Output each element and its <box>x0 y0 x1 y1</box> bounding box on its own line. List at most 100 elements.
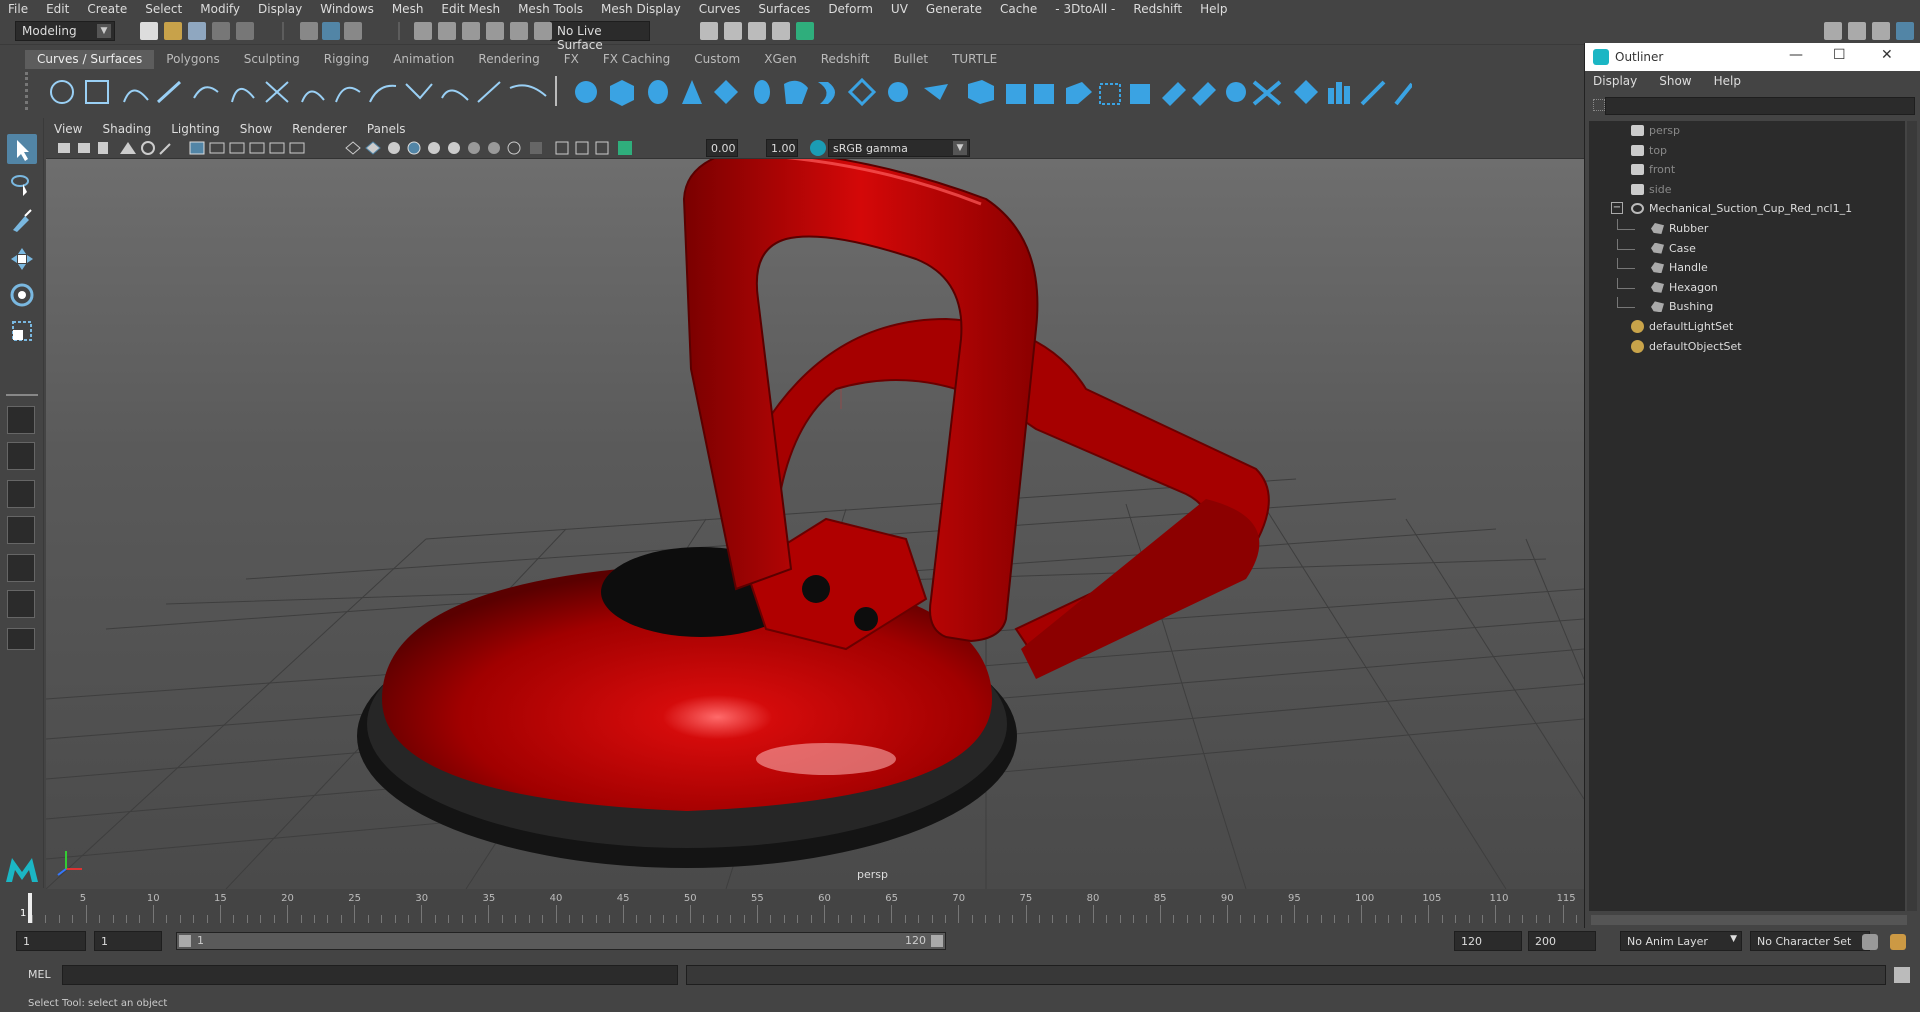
outliner-row[interactable]: defaultLightSet <box>1589 317 1905 337</box>
menu-item[interactable]: Display <box>258 2 302 16</box>
outliner-graph-layout-icon[interactable] <box>7 590 35 618</box>
outliner-row[interactable]: Hexagon <box>1589 277 1905 298</box>
lasso-tool-icon[interactable] <box>7 170 37 200</box>
outliner-scrollbar[interactable] <box>1907 121 1917 911</box>
range-end-handle[interactable] <box>931 935 943 947</box>
menu-item[interactable]: Generate <box>926 2 982 16</box>
command-language-label[interactable]: MEL <box>28 968 51 981</box>
playback-end-field[interactable]: 120 <box>1454 931 1522 951</box>
channel-box-icon[interactable] <box>1872 22 1890 40</box>
character-set-dropdown[interactable]: No Character Set <box>1750 931 1870 951</box>
mode-selector[interactable]: Modeling ▼ <box>15 21 115 41</box>
outliner-menu-item[interactable]: Show <box>1659 74 1691 88</box>
outliner-hscrollbar[interactable] <box>1591 915 1907 925</box>
rotate-tool-icon[interactable] <box>7 280 37 310</box>
outliner-menu-item[interactable]: Help <box>1714 74 1741 88</box>
scale-tool-icon[interactable] <box>7 316 37 346</box>
move-tool-icon[interactable] <box>7 244 37 274</box>
select-tool-icon[interactable] <box>7 134 37 164</box>
menu-item[interactable]: Cache <box>1000 2 1037 16</box>
animation-start-field[interactable]: 1 <box>16 931 86 951</box>
outliner-row[interactable]: − Mechanical_Suction_Cup_Red_ncl1_1 <box>1589 199 1905 219</box>
script-editor-icon[interactable] <box>1894 967 1910 983</box>
outliner-row[interactable]: defaultObjectSet <box>1589 337 1905 357</box>
shelf-tab[interactable]: Rigging <box>312 50 381 69</box>
select-object-icon[interactable] <box>322 22 340 40</box>
snap-surface-icon[interactable] <box>510 22 528 40</box>
save-scene-icon[interactable] <box>188 22 206 40</box>
snap-grid-icon[interactable] <box>414 22 432 40</box>
shelf-tab[interactable]: Rendering <box>466 50 551 69</box>
snap-view-icon[interactable] <box>486 22 504 40</box>
shelf-tab[interactable]: Custom <box>682 50 752 69</box>
outliner-row[interactable]: Bushing <box>1589 297 1905 317</box>
render-settings-icon[interactable] <box>748 22 766 40</box>
new-scene-icon[interactable] <box>140 22 158 40</box>
range-start-handle[interactable] <box>179 935 191 947</box>
outliner-row[interactable]: Handle <box>1589 258 1905 278</box>
viewport-menu-item[interactable]: Shading <box>102 122 151 136</box>
menu-item[interactable]: - 3DtoAll - <box>1055 2 1115 16</box>
outliner-search-input[interactable] <box>1605 97 1915 115</box>
collapse-toggle-icon[interactable]: − <box>1611 202 1623 215</box>
outliner-persp-layout-icon[interactable] <box>7 554 35 582</box>
time-slider[interactable]: 5 10 15 20 25 30 35 40 45 50 55 60 65 70 75 80 85 90 95 100… <box>28 893 1584 923</box>
magnet-icon[interactable] <box>534 22 552 40</box>
viewport-menu-item[interactable]: Panels <box>367 122 406 136</box>
menu-item[interactable]: Redshift <box>1133 2 1182 16</box>
menu-item[interactable]: File <box>8 2 28 16</box>
shelf-tab[interactable]: TURTLE <box>940 50 1009 69</box>
menu-item[interactable]: Windows <box>320 2 374 16</box>
bushing-mesh[interactable] <box>802 575 830 603</box>
hypershade-icon[interactable] <box>772 22 790 40</box>
range-slider[interactable]: 1 120 <box>176 932 946 950</box>
menu-item[interactable]: Create <box>87 2 127 16</box>
playback-start-field[interactable]: 1 <box>94 931 162 951</box>
shelf-tab[interactable]: Animation <box>381 50 466 69</box>
viewport-menu-item[interactable]: Lighting <box>171 122 220 136</box>
auto-key-icon[interactable] <box>1890 934 1906 950</box>
outliner-row[interactable]: side <box>1589 180 1905 200</box>
outliner-row[interactable]: front <box>1589 160 1905 180</box>
shelf-tab[interactable]: FX Caching <box>591 50 682 69</box>
outliner-menu-item[interactable]: Display <box>1593 74 1637 88</box>
gamma-field[interactable]: 1.00 <box>766 139 798 157</box>
paint-select-tool-icon[interactable] <box>7 206 37 236</box>
menu-item[interactable]: Select <box>145 2 182 16</box>
viewport-menu-item[interactable]: Show <box>240 122 272 136</box>
command-input[interactable] <box>62 965 678 985</box>
custom-layout-icon[interactable] <box>7 628 35 650</box>
perspective-viewport[interactable] <box>46 159 1584 889</box>
snap-curve-icon[interactable] <box>438 22 456 40</box>
single-pane-layout-icon[interactable] <box>7 406 35 434</box>
minimize-icon[interactable]: — <box>1789 47 1803 63</box>
filter-icon[interactable] <box>1593 99 1605 111</box>
snap-point-icon[interactable] <box>462 22 480 40</box>
maximize-icon[interactable]: ☐ <box>1833 47 1846 63</box>
menu-item[interactable]: Curves <box>699 2 741 16</box>
shelf-tab[interactable]: Curves / Surfaces <box>25 50 155 69</box>
live-surface-field[interactable]: No Live Surface <box>550 21 650 52</box>
menu-item[interactable]: Mesh Display <box>601 2 681 16</box>
exposure-field[interactable]: 0.00 <box>706 139 738 157</box>
close-icon[interactable]: ✕ <box>1881 47 1893 63</box>
shelf-tab[interactable]: Polygons <box>154 50 231 69</box>
four-pane-layout-icon[interactable] <box>7 442 35 470</box>
ipr-render-icon[interactable] <box>724 22 742 40</box>
shelf-tab[interactable]: Bullet <box>881 50 940 69</box>
shelf-tab[interactable]: Sculpting <box>232 50 312 69</box>
menu-item[interactable]: Edit <box>46 2 69 16</box>
open-scene-icon[interactable] <box>164 22 182 40</box>
shelf-tab[interactable]: FX <box>552 50 591 69</box>
viewport-menu-item[interactable]: Renderer <box>292 122 347 136</box>
menu-item[interactable]: Surfaces <box>758 2 810 16</box>
render-view-icon[interactable] <box>796 22 814 40</box>
animation-end-field[interactable]: 200 <box>1528 931 1596 951</box>
outliner-row[interactable]: Case <box>1589 238 1905 259</box>
outliner-titlebar[interactable]: Outliner — ☐ ✕ <box>1585 43 1920 71</box>
shelf-tab[interactable]: Redshift <box>809 50 882 69</box>
shelf-grip[interactable] <box>25 72 35 110</box>
outliner-row[interactable]: top <box>1589 141 1905 161</box>
color-space-dropdown[interactable]: sRGB gamma ▼ <box>828 139 970 157</box>
layer-editor-icon[interactable] <box>1896 22 1914 40</box>
